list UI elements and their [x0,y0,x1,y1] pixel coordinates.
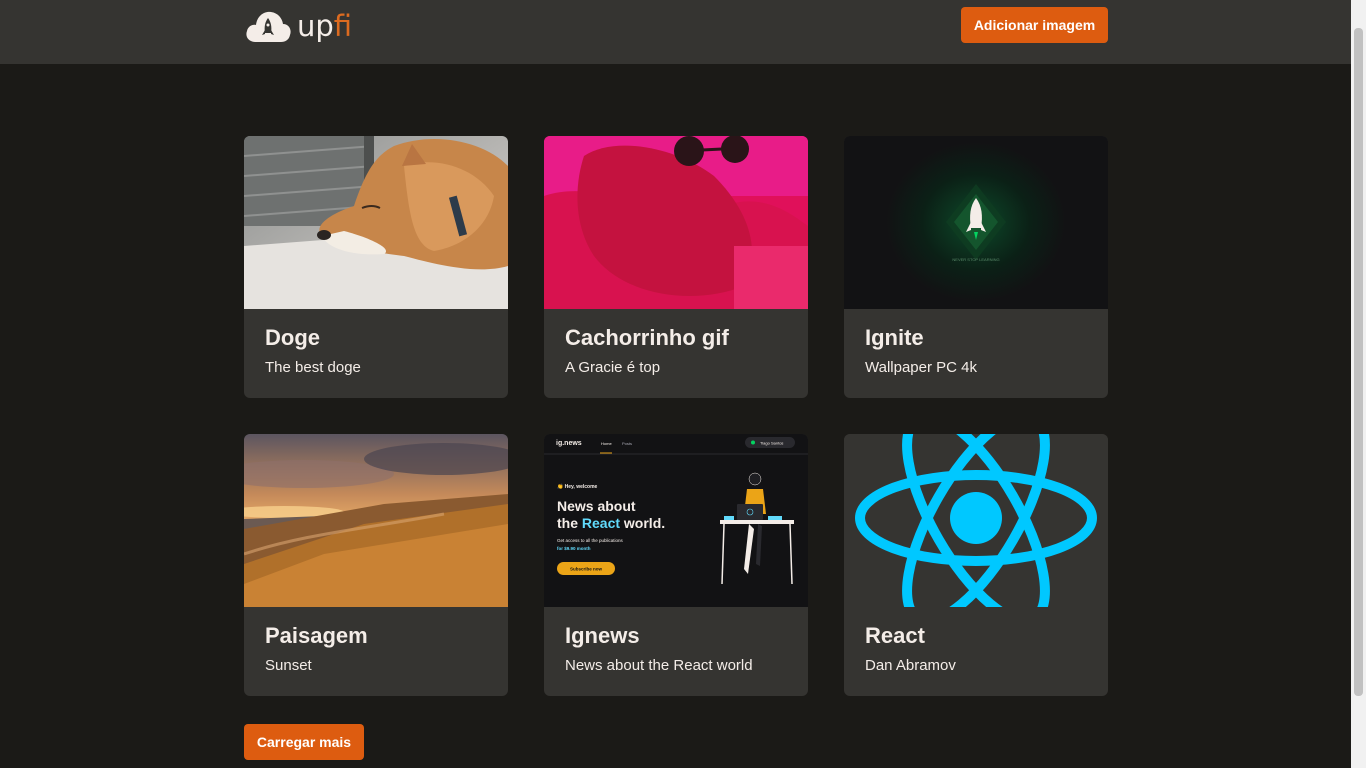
cloud-rocket-icon [246,11,291,42]
scrollbar-thumb[interactable] [1354,28,1363,696]
logo-text-fi: fi [333,8,353,43]
ignews-welcome: 👏 Hey, welcome [557,483,598,490]
image-card[interactable]: NEVER STOP LEARNING Ignite Wallpaper PC … [844,136,1108,398]
svg-text:the React world.: the React world. [557,515,665,531]
card-image-ignews[interactable]: ig.news Home Posts Tiago Santos 👏 Hey, w… [544,434,808,607]
card-image-doge[interactable] [244,136,508,309]
ignews-headline-accent: React [582,515,620,531]
logo-text: upfi [297,8,353,43]
card-description: The best doge [265,358,361,376]
card-description: Wallpaper PC 4k [865,358,977,376]
card-image-react[interactable] [844,434,1108,607]
image-grid: Doge The best doge Cachorrinho gif A Gra… [244,136,1108,696]
card-description: A Gracie é top [565,358,661,376]
ignews-price: for $9.90 month [557,546,591,551]
card-title: Cachorrinho gif [565,325,729,350]
image-card[interactable]: Paisagem Sunset [244,434,508,696]
card-title: Ignite [865,325,924,350]
image-card[interactable]: React Dan Abramov [844,434,1108,696]
ignews-cta: Subscribe now [570,567,603,572]
ignews-headline-2-pre: the [557,515,582,531]
card-image-paisagem[interactable] [244,434,508,607]
ignews-headline-2-post: world. [620,515,665,531]
ignite-tagline: NEVER STOP LEARNING [952,257,999,262]
image-card[interactable]: Doge The best doge [244,136,508,398]
ignews-brand: ig.news [556,440,582,447]
ignews-sub: Get access to all the publications [557,538,624,543]
load-more-button[interactable]: Carregar mais [244,724,364,760]
upfi-logo[interactable]: upfi [244,6,354,46]
card-title: Doge [265,325,320,350]
card-description: News about the React world [565,656,753,674]
ignews-nav-home: Home [601,441,612,446]
top-header: upfi Adicionar imagem [0,0,1351,64]
card-description: Sunset [265,656,312,674]
ignews-headline-1: News about [557,498,636,514]
card-image-cachorrinho[interactable] [544,136,808,309]
add-image-button[interactable]: Adicionar imagem [961,7,1108,43]
card-image-ignite[interactable]: NEVER STOP LEARNING [844,136,1108,309]
card-title: React [865,623,925,648]
card-title: Paisagem [265,623,368,648]
ignews-nav-posts: Posts [622,441,632,446]
image-card[interactable]: Cachorrinho gif A Gracie é top [544,136,808,398]
logo-text-up: up [297,8,334,43]
card-title: Ignews [565,623,640,648]
ignews-user: Tiago Santos [760,441,783,446]
card-description: Dan Abramov [865,656,956,674]
image-card[interactable]: ig.news Home Posts Tiago Santos 👏 Hey, w… [544,434,808,696]
page-scrollbar[interactable] [1351,0,1366,768]
